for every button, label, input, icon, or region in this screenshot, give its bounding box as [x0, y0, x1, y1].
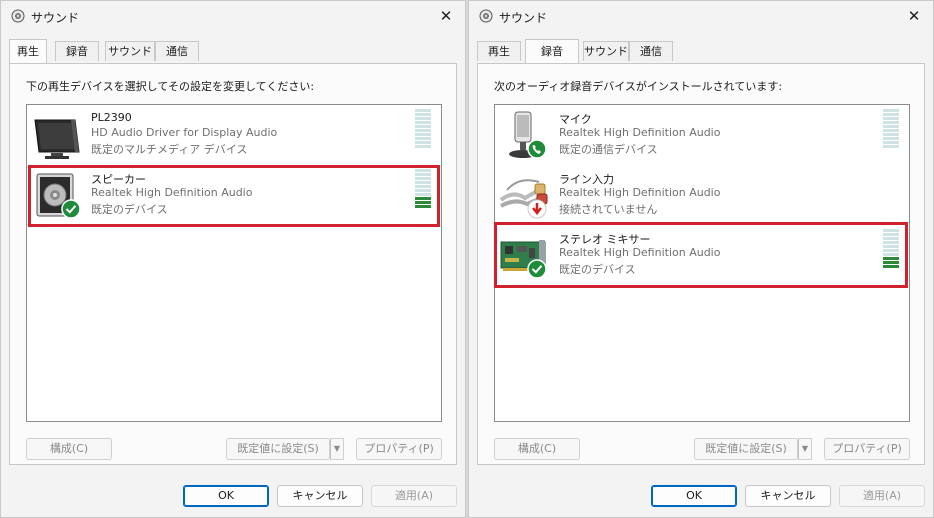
instruction-text: 次のオーディオ録音デバイスがインストールされています: — [494, 80, 783, 93]
speaker-app-icon — [11, 9, 25, 23]
speaker-app-icon — [479, 9, 493, 23]
device-status: 接続されていません — [559, 203, 658, 216]
device-name: マイク — [559, 113, 592, 126]
check-badge-icon — [61, 199, 81, 219]
tab-communications[interactable]: 通信 — [155, 41, 199, 61]
title-bar: サウンド ✕ — [1, 1, 465, 31]
device-driver: Realtek High Definition Audio — [559, 126, 721, 139]
level-meter — [883, 109, 899, 149]
window-title: サウンド — [499, 11, 548, 25]
sound-dialog-recording: サウンド ✕ 再生 録音 サウンド 通信 次のオーディオ録音デバイスがインストー… — [468, 0, 934, 518]
device-name: ステレオ ミキサー — [559, 233, 651, 246]
apply-button[interactable]: 適用(A) — [839, 485, 925, 507]
properties-button[interactable]: プロパティ(P) — [824, 438, 910, 460]
device-driver: Realtek High Definition Audio — [559, 246, 721, 259]
chevron-down-icon[interactable]: ▼ — [330, 438, 344, 460]
ok-button[interactable]: OK — [183, 485, 269, 507]
cancel-button[interactable]: キャンセル — [745, 485, 831, 507]
chevron-down-icon[interactable]: ▼ — [798, 438, 812, 460]
tab-sounds[interactable]: サウンド — [105, 41, 155, 61]
device-status: 既定のデバイス — [559, 263, 636, 276]
device-stereo-mixer[interactable]: ステレオ ミキサー Realtek High Definition Audio … — [497, 227, 907, 285]
device-pl2390[interactable]: PL2390 HD Audio Driver for Display Audio… — [29, 107, 439, 165]
apply-button[interactable]: 適用(A) — [371, 485, 457, 507]
device-status: 既定の通信デバイス — [559, 143, 658, 156]
instruction-text: 下の再生デバイスを選択してその設定を変更してください: — [26, 80, 315, 93]
configure-button[interactable]: 構成(C) — [494, 438, 580, 460]
level-meter — [415, 169, 431, 209]
device-status: 既定のデバイス — [91, 203, 168, 216]
monitor-icon — [34, 119, 80, 159]
device-line-in[interactable]: ライン入力 Realtek High Definition Audio 接続され… — [497, 167, 907, 225]
title-bar: サウンド ✕ — [469, 1, 933, 31]
device-name: ライン入力 — [559, 173, 614, 186]
device-driver: Realtek High Definition Audio — [91, 186, 253, 199]
close-button[interactable]: ✕ — [435, 5, 457, 27]
device-driver: HD Audio Driver for Display Audio — [91, 126, 278, 139]
device-driver: Realtek High Definition Audio — [559, 186, 721, 199]
cancel-button[interactable]: キャンセル — [277, 485, 363, 507]
level-meter — [415, 109, 431, 149]
set-default-button[interactable]: 既定値に設定(S) — [226, 438, 330, 460]
playback-panel: 下の再生デバイスを選択してその設定を変更してください: PL2390 HD Au… — [9, 63, 457, 465]
phone-badge-icon — [527, 139, 547, 159]
tab-playback[interactable]: 再生 — [477, 41, 521, 61]
tab-playback[interactable]: 再生 — [9, 39, 47, 63]
check-badge-icon — [527, 259, 547, 279]
tab-recording[interactable]: 録音 — [525, 39, 579, 63]
configure-button[interactable]: 構成(C) — [26, 438, 112, 460]
tab-communications[interactable]: 通信 — [629, 41, 673, 61]
device-list[interactable]: マイク Realtek High Definition Audio 既定の通信デ… — [494, 104, 910, 422]
tab-recording[interactable]: 録音 — [55, 41, 99, 61]
recording-panel: 次のオーディオ録音デバイスがインストールされています: マイク Realtek … — [477, 63, 925, 465]
level-meter — [883, 229, 899, 269]
device-name: スピーカー — [91, 173, 146, 186]
window-title: サウンド — [31, 11, 80, 25]
sound-dialog-playback: サウンド ✕ 再生 録音 サウンド 通信 下の再生デバイスを選択してその設定を変… — [0, 0, 466, 518]
device-status: 既定のマルチメディア デバイス — [91, 143, 248, 156]
tab-sounds[interactable]: サウンド — [583, 41, 629, 61]
disconnected-badge-icon — [527, 199, 547, 219]
close-button[interactable]: ✕ — [903, 5, 925, 27]
device-microphone[interactable]: マイク Realtek High Definition Audio 既定の通信デ… — [497, 107, 907, 165]
device-name: PL2390 — [91, 111, 132, 124]
device-list[interactable]: PL2390 HD Audio Driver for Display Audio… — [26, 104, 442, 422]
properties-button[interactable]: プロパティ(P) — [356, 438, 442, 460]
device-speaker[interactable]: スピーカー Realtek High Definition Audio 既定のデ… — [29, 167, 439, 225]
ok-button[interactable]: OK — [651, 485, 737, 507]
set-default-button[interactable]: 既定値に設定(S) — [694, 438, 798, 460]
